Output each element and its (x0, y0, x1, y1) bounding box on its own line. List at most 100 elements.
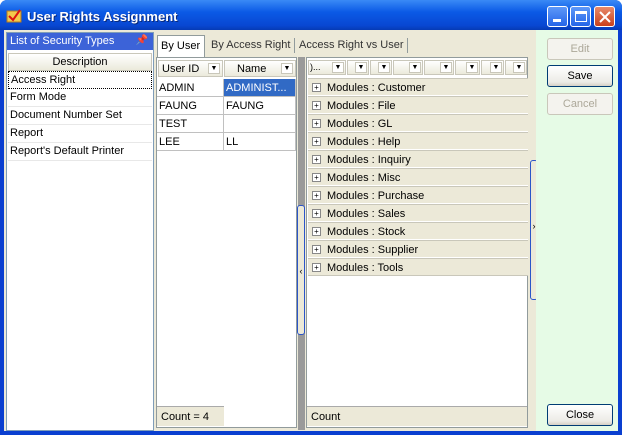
filter-dropdown-icon[interactable]: ▼ (513, 62, 525, 73)
table-row[interactable]: TEST (157, 115, 296, 133)
table-row[interactable]: FAUNG FAUNG (157, 97, 296, 115)
user-id-column-header[interactable]: User ID ▼ (158, 60, 223, 77)
collapse-left-handle[interactable]: ‹ (297, 205, 305, 335)
name-cell[interactable]: FAUNG (224, 97, 296, 115)
user-grid: User ID ▼ Name ▼ ADMIN ADMINIST... FAUNG… (156, 57, 297, 428)
module-rights-grid: )... ▼ ▼ ▼ ▼ ▼ ▼ ▼ ▼ + Modules : Customer… (306, 57, 528, 428)
right-column-header[interactable]: ▼ (424, 60, 454, 75)
cancel-button[interactable]: Cancel (547, 93, 613, 115)
module-group-label: Modules : Stock (327, 226, 406, 238)
table-row[interactable]: ADMIN ADMINIST... (157, 79, 296, 97)
list-item[interactable]: Document Number Set (8, 107, 152, 125)
tab-by-access-right[interactable]: By Access Right (208, 35, 295, 56)
minimize-icon (553, 19, 561, 22)
security-types-title: List of Security Types (10, 35, 115, 47)
user-count: Count = 4 (157, 406, 224, 426)
module-group-row[interactable]: + Modules : Inquiry (308, 150, 528, 168)
module-group-label: Modules : Customer (327, 82, 426, 94)
filter-dropdown-icon[interactable]: ▼ (490, 62, 502, 73)
right-column-header[interactable]: ▼ (481, 60, 504, 75)
module-header-label: )... (310, 62, 321, 72)
module-group-label: Modules : GL (327, 118, 393, 130)
module-group-label: Modules : Purchase (327, 190, 425, 202)
module-group-label: Modules : File (327, 100, 396, 112)
name-cell[interactable]: LL (224, 133, 296, 151)
tab-divider (407, 38, 408, 53)
filter-dropdown-icon[interactable]: ▼ (208, 63, 220, 74)
name-column-header[interactable]: Name ▼ (224, 60, 296, 77)
filter-dropdown-icon[interactable]: ▼ (355, 62, 367, 73)
module-column-header[interactable]: )... ▼ (308, 60, 346, 75)
user-id-header-label: User ID (162, 63, 200, 75)
tab-access-right-vs-user[interactable]: Access Right vs User (296, 35, 408, 56)
filter-dropdown-icon[interactable]: ▼ (281, 63, 293, 74)
module-group-row[interactable]: + Modules : Purchase (308, 186, 528, 204)
expand-icon[interactable]: + (312, 173, 321, 182)
right-column-header[interactable]: ▼ (455, 60, 480, 75)
filter-dropdown-icon[interactable]: ▼ (378, 62, 390, 73)
chevron-left-icon: ‹ (299, 266, 303, 276)
list-item[interactable]: Report (8, 125, 152, 143)
close-icon (599, 11, 611, 23)
filter-dropdown-icon[interactable]: ▼ (440, 62, 452, 73)
user-id-cell[interactable]: TEST (157, 115, 224, 133)
expand-icon[interactable]: + (312, 263, 321, 272)
user-id-cell[interactable]: ADMIN (157, 79, 224, 97)
module-group-label: Modules : Inquiry (327, 154, 411, 166)
expand-icon[interactable]: + (312, 209, 321, 218)
module-group-row[interactable]: + Modules : Tools (308, 258, 528, 276)
user-id-cell[interactable]: FAUNG (157, 97, 224, 115)
table-row[interactable]: LEE LL (157, 133, 296, 151)
expand-icon[interactable]: + (312, 119, 321, 128)
filter-dropdown-icon[interactable]: ▼ (409, 62, 421, 73)
description-column-header[interactable]: Description (8, 53, 152, 71)
right-column-header[interactable]: ▼ (370, 60, 392, 75)
module-group-row[interactable]: + Modules : Supplier (308, 240, 528, 258)
expand-icon[interactable]: + (312, 155, 321, 164)
maximize-icon (575, 11, 587, 22)
module-group-row[interactable]: + Modules : Customer (308, 78, 528, 96)
edit-button[interactable]: Edit (547, 38, 613, 60)
tab-divider (294, 38, 295, 53)
close-button[interactable]: Close (547, 404, 613, 426)
list-item[interactable]: Access Right (8, 71, 152, 89)
right-column-header[interactable]: ▼ (393, 60, 423, 75)
filter-dropdown-icon[interactable]: ▼ (466, 62, 478, 73)
view-tabs: By User By Access Right Access Right vs … (157, 35, 527, 58)
module-group-row[interactable]: + Modules : Misc (308, 168, 528, 186)
expand-icon[interactable]: + (312, 191, 321, 200)
expand-icon[interactable]: + (312, 137, 321, 146)
splitter[interactable]: ‹ (297, 57, 305, 430)
module-group-row[interactable]: + Modules : GL (308, 114, 528, 132)
module-group-row[interactable]: + Modules : Stock (308, 222, 528, 240)
module-group-row[interactable]: + Modules : File (308, 96, 528, 114)
user-id-cell[interactable]: LEE (157, 133, 224, 151)
expand-icon[interactable]: + (312, 227, 321, 236)
module-group-label: Modules : Sales (327, 208, 406, 220)
right-column-header[interactable]: ▼ (347, 60, 369, 75)
list-item[interactable]: Report's Default Printer (8, 143, 152, 161)
module-group-row[interactable]: + Modules : Sales (308, 204, 528, 222)
name-cell[interactable] (224, 115, 296, 133)
tab-by-user[interactable]: By User (157, 35, 205, 58)
save-button[interactable]: Save (547, 65, 613, 87)
module-group-row[interactable]: + Modules : Help (308, 132, 528, 150)
close-window-button[interactable] (594, 6, 615, 27)
security-types-header: List of Security Types 📌 (7, 33, 153, 50)
app-icon (6, 9, 22, 23)
title-bar[interactable]: User Rights Assignment (0, 0, 622, 30)
maximize-button[interactable] (570, 6, 591, 27)
app-window: User Rights Assignment List of Security … (0, 0, 622, 435)
expand-icon[interactable]: + (312, 83, 321, 92)
pin-icon[interactable]: 📌 (136, 35, 148, 46)
minimize-button[interactable] (547, 6, 568, 27)
module-group-label: Modules : Help (327, 136, 401, 148)
expand-icon[interactable]: + (312, 101, 321, 110)
filter-dropdown-icon[interactable]: ▼ (332, 62, 344, 73)
expand-icon[interactable]: + (312, 245, 321, 254)
right-column-header[interactable]: ▼ (505, 60, 527, 75)
name-cell[interactable]: ADMINIST... (224, 79, 296, 97)
name-header-label: Name (237, 63, 267, 75)
list-item[interactable]: Form Mode (8, 89, 152, 107)
module-group-label: Modules : Misc (327, 172, 401, 184)
